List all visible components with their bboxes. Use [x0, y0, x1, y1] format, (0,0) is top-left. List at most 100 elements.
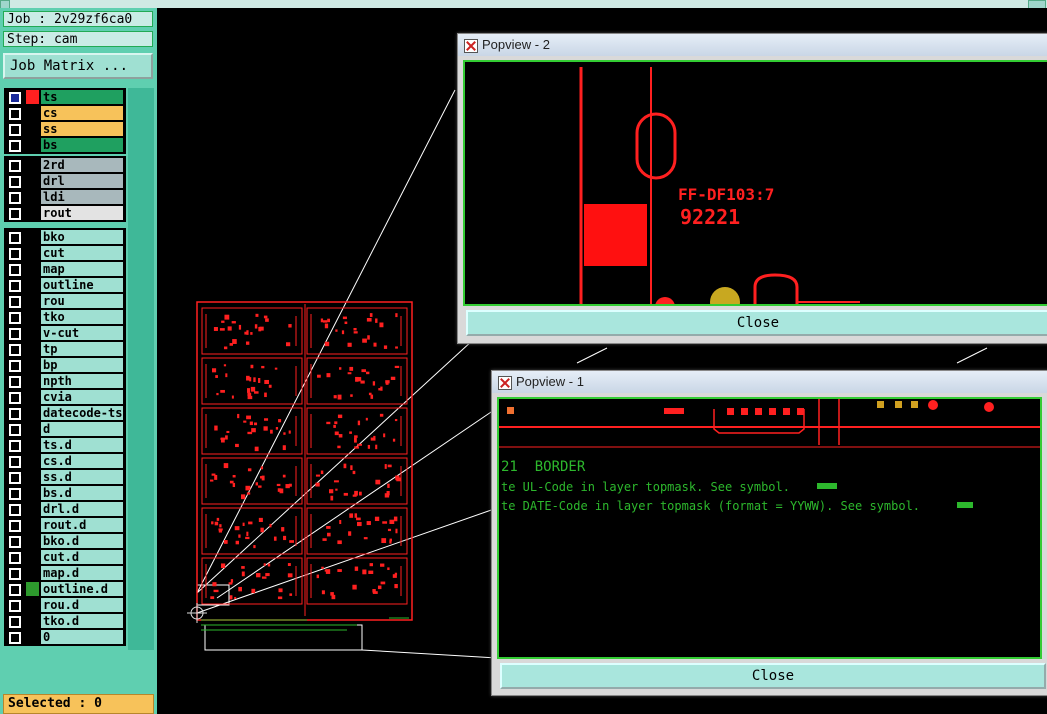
- layer-color-marker[interactable]: [26, 374, 39, 388]
- layer-row-0[interactable]: 0: [4, 629, 126, 645]
- layer-checkbox[interactable]: [9, 248, 21, 260]
- layer-row-bko-d[interactable]: bko.d: [4, 533, 126, 549]
- layer-row-drl-d[interactable]: drl.d: [4, 501, 126, 517]
- layer-checkbox[interactable]: [9, 456, 21, 468]
- layer-color-marker[interactable]: [26, 390, 39, 404]
- layer-row-rou-d[interactable]: rou.d: [4, 597, 126, 613]
- layer-checkbox[interactable]: [9, 392, 21, 404]
- layer-name[interactable]: ss.d: [41, 470, 123, 484]
- layer-row-ldi[interactable]: ldi: [4, 189, 126, 205]
- layer-name[interactable]: tko: [41, 310, 123, 324]
- layer-color-marker[interactable]: [26, 106, 39, 120]
- layer-checkbox[interactable]: [9, 376, 21, 388]
- layer-color-marker[interactable]: [26, 550, 39, 564]
- layer-color-marker[interactable]: [26, 598, 39, 612]
- layer-color-marker[interactable]: [26, 518, 39, 532]
- layer-color-marker[interactable]: [26, 614, 39, 628]
- layer-row-cs[interactable]: cs: [4, 105, 126, 121]
- layer-checkbox[interactable]: [9, 360, 21, 372]
- layer-checkbox[interactable]: [9, 160, 21, 172]
- layer-row-2rd[interactable]: 2rd: [4, 157, 126, 173]
- layer-checkbox[interactable]: [9, 584, 21, 596]
- layer-row-rou[interactable]: rou: [4, 293, 126, 309]
- layer-checkbox[interactable]: [9, 232, 21, 244]
- layer-name[interactable]: drl: [41, 174, 123, 188]
- layer-checkbox[interactable]: [9, 440, 21, 452]
- layer-checkbox[interactable]: [9, 424, 21, 436]
- layer-name[interactable]: ss: [41, 122, 123, 136]
- layer-row-drl[interactable]: drl: [4, 173, 126, 189]
- layer-name[interactable]: rou: [41, 294, 123, 308]
- layer-checkbox[interactable]: [9, 124, 21, 136]
- layer-name[interactable]: outline.d: [41, 582, 123, 596]
- layer-checkbox[interactable]: [9, 208, 21, 220]
- job-matrix-button[interactable]: Job Matrix ...: [3, 53, 153, 79]
- layer-color-marker[interactable]: [26, 246, 39, 260]
- layer-checkbox[interactable]: [9, 632, 21, 644]
- layer-name[interactable]: map: [41, 262, 123, 276]
- layer-checkbox[interactable]: [9, 520, 21, 532]
- layer-color-marker[interactable]: [26, 438, 39, 452]
- layer-row-bko[interactable]: bko: [4, 229, 126, 245]
- layer-color-marker[interactable]: [26, 294, 39, 308]
- layer-color-marker[interactable]: [26, 502, 39, 516]
- layer-checkbox[interactable]: [9, 408, 21, 420]
- layer-color-marker[interactable]: [26, 486, 39, 500]
- layer-row-ss-d[interactable]: ss.d: [4, 469, 126, 485]
- layer-color-marker[interactable]: [26, 262, 39, 276]
- layer-name[interactable]: npth: [41, 374, 123, 388]
- layer-name[interactable]: datecode-ts: [41, 406, 123, 420]
- layer-name[interactable]: bko: [41, 230, 123, 244]
- layer-checkbox[interactable]: [9, 192, 21, 204]
- layer-row-bp[interactable]: bp: [4, 357, 126, 373]
- popview-1-close-button[interactable]: Close: [500, 663, 1046, 689]
- layer-name[interactable]: 0: [41, 630, 123, 644]
- layer-name[interactable]: ts: [41, 90, 123, 104]
- popview-1-view[interactable]: 21 BORDER te UL-Code in layer topmask. S…: [497, 397, 1042, 659]
- layer-color-marker[interactable]: [26, 358, 39, 372]
- layer-row-outline-d[interactable]: outline.d: [4, 581, 126, 597]
- layer-row-tp[interactable]: tp: [4, 341, 126, 357]
- layer-row-datecode-ts[interactable]: datecode-ts: [4, 405, 126, 421]
- layer-row-bs-d[interactable]: bs.d: [4, 485, 126, 501]
- layer-checkbox[interactable]: [9, 328, 21, 340]
- layer-checkbox[interactable]: [9, 600, 21, 612]
- layer-checkbox[interactable]: [9, 568, 21, 580]
- layer-color-marker[interactable]: [26, 630, 39, 644]
- layer-name[interactable]: ldi: [41, 190, 123, 204]
- layer-checkbox[interactable]: [9, 312, 21, 324]
- layer-checkbox[interactable]: [9, 92, 21, 104]
- layer-checkbox[interactable]: [9, 280, 21, 292]
- layer-color-marker[interactable]: [26, 406, 39, 420]
- layer-color-marker[interactable]: [26, 326, 39, 340]
- layer-row-cs-d[interactable]: cs.d: [4, 453, 126, 469]
- layer-name[interactable]: 2rd: [41, 158, 123, 172]
- layer-name[interactable]: cs: [41, 106, 123, 120]
- layer-name[interactable]: bp: [41, 358, 123, 372]
- layer-name[interactable]: cvia: [41, 390, 123, 404]
- layer-color-marker[interactable]: [26, 534, 39, 548]
- layer-row-v-cut[interactable]: v-cut: [4, 325, 126, 341]
- layer-color-marker[interactable]: [26, 158, 39, 172]
- popview-2-close-button[interactable]: Close: [466, 310, 1047, 336]
- layer-checkbox[interactable]: [9, 176, 21, 188]
- layer-color-marker[interactable]: [26, 454, 39, 468]
- layer-name[interactable]: map.d: [41, 566, 123, 580]
- layer-color-marker[interactable]: [26, 342, 39, 356]
- layer-name[interactable]: bs: [41, 138, 123, 152]
- layer-name[interactable]: rout: [41, 206, 123, 220]
- layer-row-ts[interactable]: ts: [4, 89, 126, 105]
- layer-checkbox[interactable]: [9, 296, 21, 308]
- layer-color-marker[interactable]: [26, 422, 39, 436]
- layer-row-rout[interactable]: rout: [4, 205, 126, 221]
- layer-row-map[interactable]: map: [4, 261, 126, 277]
- layer-row-ss[interactable]: ss: [4, 121, 126, 137]
- layer-row-cut[interactable]: cut: [4, 245, 126, 261]
- layer-name[interactable]: rou.d: [41, 598, 123, 612]
- layer-name[interactable]: tko.d: [41, 614, 123, 628]
- layer-checkbox[interactable]: [9, 504, 21, 516]
- layer-row-cvia[interactable]: cvia: [4, 389, 126, 405]
- layer-name[interactable]: tp: [41, 342, 123, 356]
- layer-row-cut-d[interactable]: cut.d: [4, 549, 126, 565]
- layer-color-marker[interactable]: [26, 206, 39, 220]
